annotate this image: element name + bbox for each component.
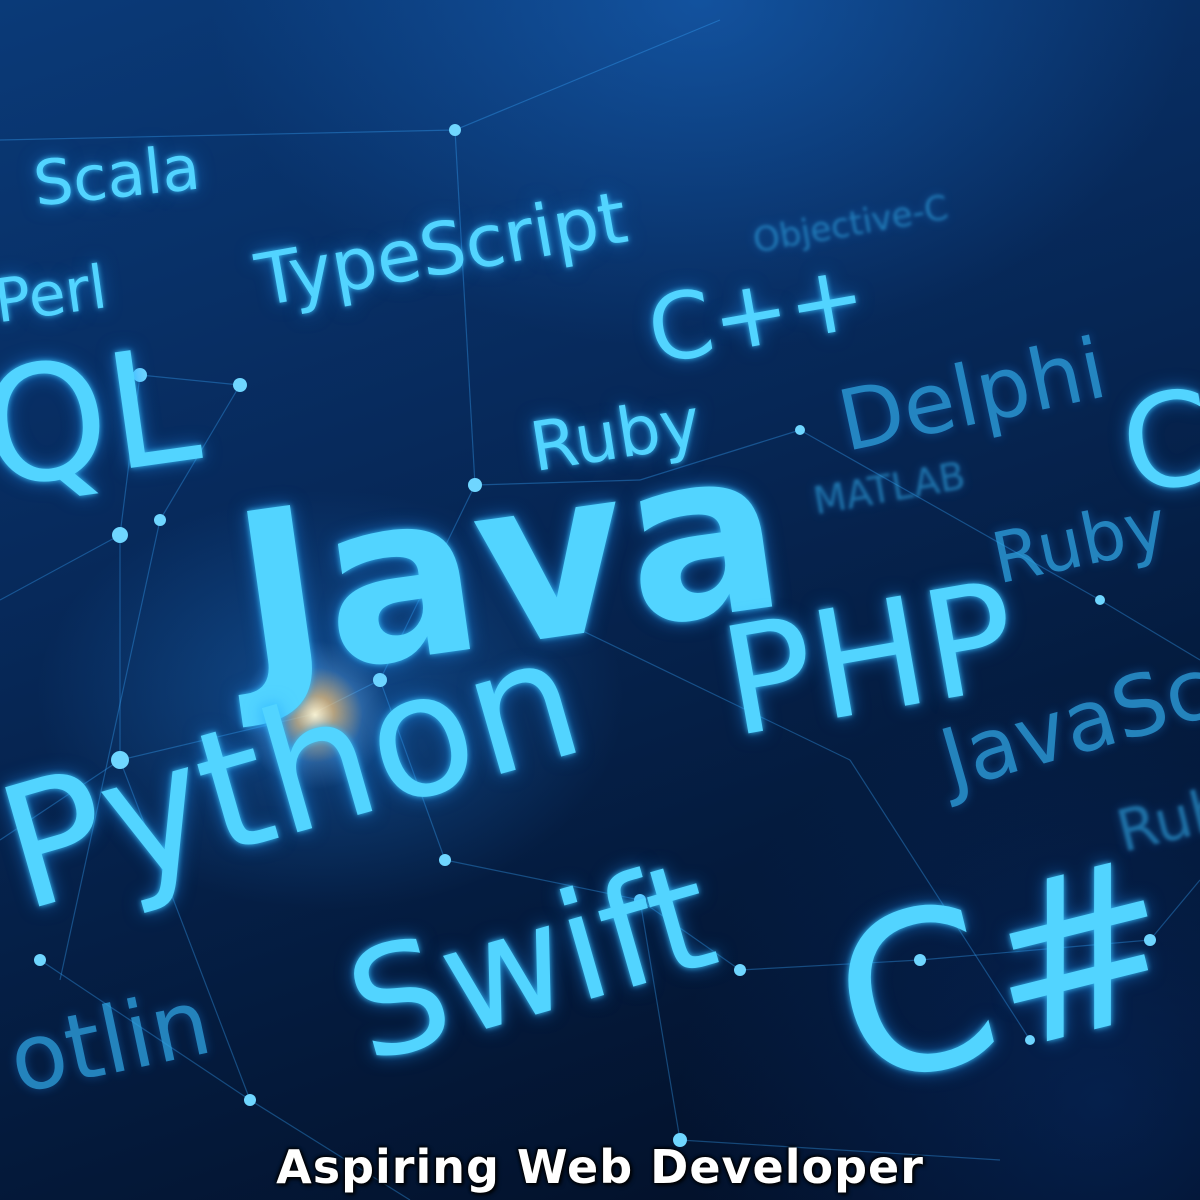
programming-languages-image: Scala Perl TypeScript Objective-C C++ QL… — [0, 0, 1200, 1200]
word-sql: QL — [0, 310, 210, 526]
caption: Aspiring Web Developer — [276, 1140, 924, 1194]
